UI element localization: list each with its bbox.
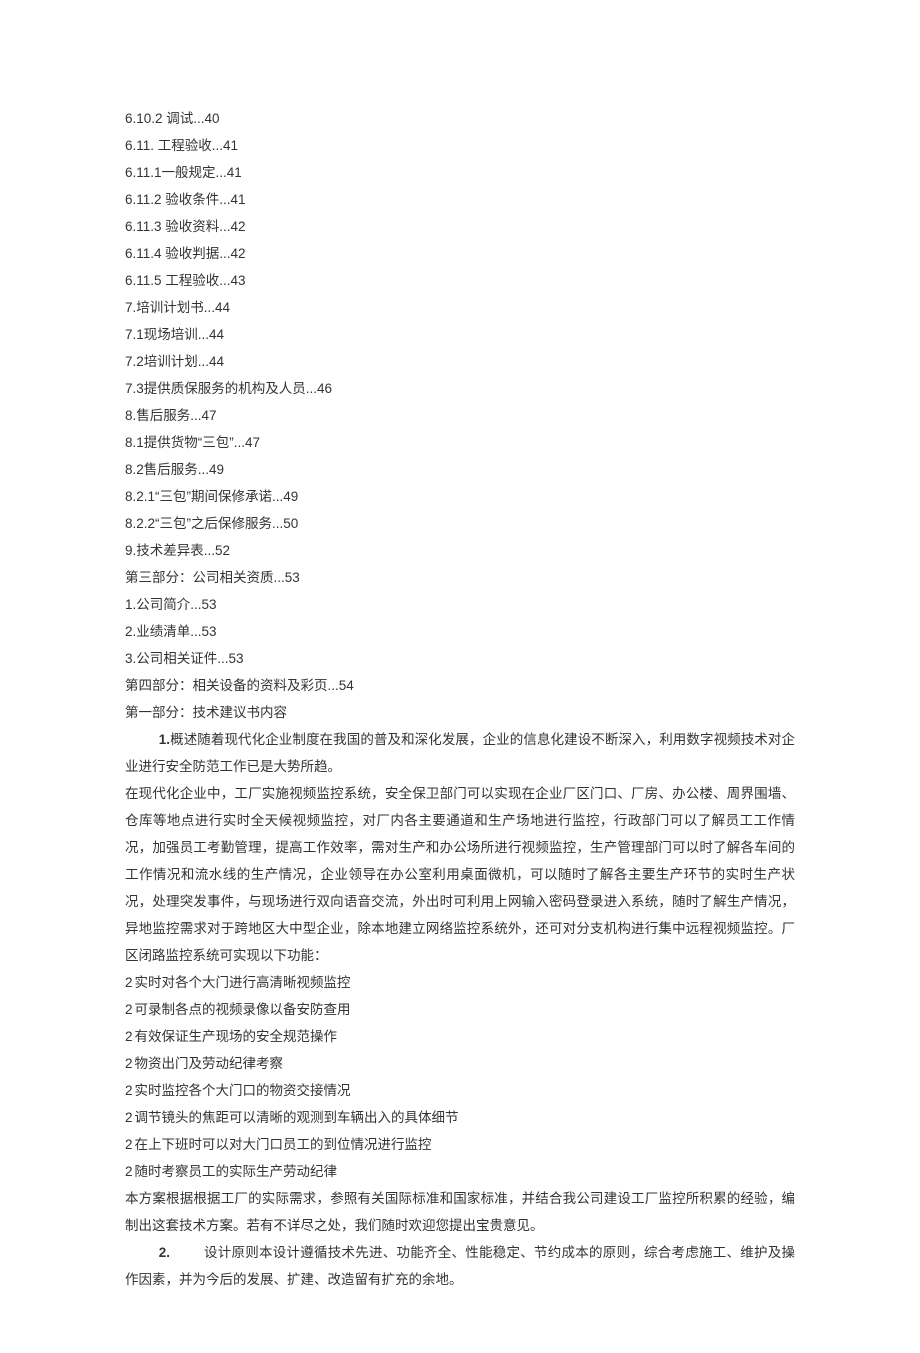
toc-entry: 第四部分：相关设备的资料及彩页...54 [125,672,795,699]
list-item: 随时考察员工的实际生产劳动纪律 [125,1158,795,1185]
list-item: 可录制各点的视频录像以备安防查用 [125,996,795,1023]
list-item: 调节镜头的焦距可以清晰的观测到车辆出入的具体细节 [125,1104,795,1131]
paragraph-text: 本方案根据根据工厂的实际需求，参照有关国际标准和国家标准，并结合我公司建设工厂监… [125,1191,795,1233]
toc-entry: 6.11.4 验收判据...42 [125,240,795,267]
toc-entry: 1.公司简介...53 [125,591,795,618]
toc-entry: 3.公司相关证件...53 [125,645,795,672]
table-of-contents: 6.10.2 调试...40 6.11. 工程验收...41 6.11.1一般规… [125,105,795,726]
list-item: 在上下班时可以对大门口员工的到位情况进行监控 [125,1131,795,1158]
toc-entry: 8.2售后服务...49 [125,456,795,483]
document-page: 6.10.2 调试...40 6.11. 工程验收...41 6.11.1一般规… [0,0,920,1353]
toc-entry: 8.售后服务...47 [125,402,795,429]
section-number: 1. [159,732,170,747]
list-item: 物资出门及劳动纪律考察 [125,1050,795,1077]
toc-entry: 6.11.5 工程验收...43 [125,267,795,294]
toc-entry: 8.2.2“三包”之后保修服务...50 [125,510,795,537]
list-item: 有效保证生产现场的安全规范操作 [125,1023,795,1050]
list-item: 实时监控各个大门口的物资交接情况 [125,1077,795,1104]
feature-list: 实时对各个大门进行高清晰视频监控 可录制各点的视频录像以备安防查用 有效保证生产… [125,969,795,1185]
paragraph-text: 设计原则本设计遵循技术先进、功能齐全、性能稳定、节约成本的原则，综合考虑施工、维… [125,1245,795,1287]
paragraph-text: 在现代化企业中，工厂实施视频监控系统，安全保卫部门可以实现在企业厂区门口、厂房、… [125,786,795,963]
toc-entry: 6.11.2 验收条件...41 [125,186,795,213]
paragraph-design-principle: 2.设计原则本设计遵循技术先进、功能齐全、性能稳定、节约成本的原则，综合考虑施工… [125,1239,795,1293]
paragraph-closing: 本方案根据根据工厂的实际需求，参照有关国际标准和国家标准，并结合我公司建设工厂监… [125,1185,795,1239]
toc-entry: 第三部分：公司相关资质...53 [125,564,795,591]
paragraph-detail: 在现代化企业中，工厂实施视频监控系统，安全保卫部门可以实现在企业厂区门口、厂房、… [125,780,795,969]
toc-entry: 9.技术差异表...52 [125,537,795,564]
toc-entry: 6.11. 工程验收...41 [125,132,795,159]
toc-entry: 6.11.3 验收资料...42 [125,213,795,240]
toc-entry: 8.2.1“三包”期间保修承诺...49 [125,483,795,510]
toc-entry: 6.10.2 调试...40 [125,105,795,132]
toc-entry: 7.1现场培训...44 [125,321,795,348]
paragraph-overview: 1.概述随着现代化企业制度在我国的普及和深化发展，企业的信息化建设不断深入，利用… [125,726,795,780]
section-number: 2. [159,1245,170,1260]
list-item: 实时对各个大门进行高清晰视频监控 [125,969,795,996]
toc-entry: 8.1提供货物“三包”...47 [125,429,795,456]
toc-entry: 7.培训计划书...44 [125,294,795,321]
toc-entry: 2.业绩清单...53 [125,618,795,645]
toc-entry: 第一部分：技术建议书内容 [125,699,795,726]
toc-entry: 7.3提供质保服务的机构及人员...46 [125,375,795,402]
toc-entry: 6.11.1一般规定...41 [125,159,795,186]
paragraph-text: 概述随着现代化企业制度在我国的普及和深化发展，企业的信息化建设不断深入，利用数字… [125,732,795,774]
toc-entry: 7.2培训计划...44 [125,348,795,375]
